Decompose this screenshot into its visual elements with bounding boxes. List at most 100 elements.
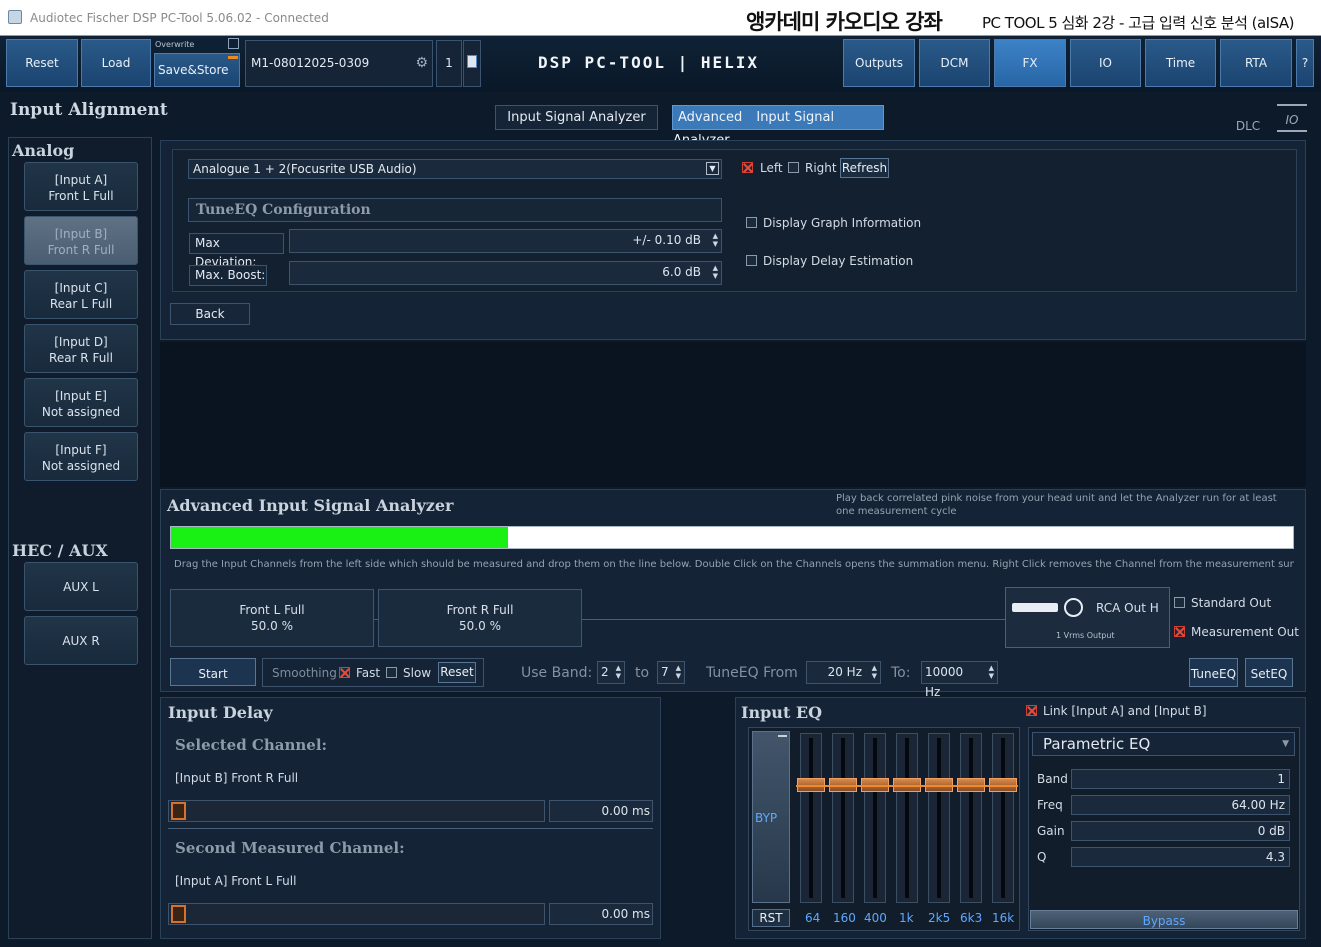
measurement-out-checkbox[interactable] bbox=[1174, 626, 1185, 637]
sidebar-item-input-f[interactable]: [Input F] Not assigned bbox=[24, 432, 138, 481]
from-hz-value: 20 Hz bbox=[827, 665, 862, 679]
max-boost-label: Max. Boost: bbox=[189, 265, 267, 286]
fader-track bbox=[809, 738, 813, 898]
chevron-down-icon[interactable]: ▼ bbox=[706, 162, 719, 175]
preset-name-field[interactable]: M1-08012025-0309 ⚙ bbox=[245, 40, 433, 87]
fx-button[interactable]: FX bbox=[994, 39, 1066, 87]
rca-out-box[interactable]: RCA Out H 1 Vrms Output bbox=[1005, 587, 1170, 648]
second-channel-name: [Input A] Front L Full bbox=[175, 874, 297, 888]
second-delay-slider[interactable] bbox=[168, 903, 545, 925]
selected-delay-value[interactable]: 0.00 ms bbox=[549, 800, 653, 822]
eq-band-field[interactable]: 1 bbox=[1071, 769, 1290, 789]
slow-checkbox[interactable] bbox=[386, 667, 397, 678]
link-checkbox[interactable] bbox=[1026, 705, 1037, 716]
left-label: Left bbox=[760, 161, 783, 175]
display-graph-checkbox[interactable] bbox=[746, 217, 757, 228]
right-checkbox[interactable] bbox=[788, 162, 799, 173]
max-deviation-spinner[interactable]: ▲ ▼ bbox=[713, 232, 718, 248]
rta-button[interactable]: RTA bbox=[1220, 39, 1292, 87]
eq-fader-1k[interactable] bbox=[893, 733, 921, 903]
bypass-fader[interactable]: BYP bbox=[752, 731, 790, 903]
eq-bypass-button[interactable]: Bypass bbox=[1030, 910, 1298, 929]
overwrite-checkbox[interactable] bbox=[228, 38, 239, 49]
eq-type-chevron-icon[interactable]: ▼ bbox=[1282, 733, 1289, 755]
back-button[interactable]: Back bbox=[170, 303, 250, 325]
sidebar-item-input-e[interactable]: [Input E] Not assigned bbox=[24, 378, 138, 427]
sidebar-item-input-b[interactable]: [Input B] Front R Full bbox=[24, 216, 138, 265]
from-hz-spinner[interactable]: ▲ ▼ bbox=[872, 664, 877, 680]
input-b-name: Front R Full bbox=[47, 243, 115, 257]
selected-delay-slider[interactable] bbox=[168, 800, 545, 822]
fader-track bbox=[873, 738, 877, 898]
sidebar-item-input-d[interactable]: [Input D] Rear R Full bbox=[24, 324, 138, 373]
reset-button[interactable]: Reset bbox=[6, 39, 78, 87]
to-hz-spinner[interactable]: ▲ ▼ bbox=[989, 664, 994, 680]
start-analyzer-button[interactable]: Start Analyzer bbox=[170, 658, 256, 711]
tuneeq-from-label: TuneEQ From bbox=[706, 665, 798, 681]
gear-icon[interactable]: ⚙ bbox=[415, 41, 428, 86]
sidebar-item-aux-r[interactable]: AUX R bbox=[24, 616, 138, 665]
smoothing-reset-button[interactable]: Reset bbox=[438, 662, 476, 683]
outputs-button[interactable]: Outputs bbox=[843, 39, 915, 87]
save-store-label: Save&Store bbox=[158, 63, 229, 77]
tuneeq-button[interactable]: TuneEQ bbox=[1189, 658, 1238, 687]
sidebar-item-input-c[interactable]: [Input C] Rear L Full bbox=[24, 270, 138, 319]
sidebar-item-aux-l[interactable]: AUX L bbox=[24, 562, 138, 611]
eq-fader-2k5[interactable] bbox=[925, 733, 953, 903]
to-hz-field[interactable]: 10000 Hz ▲ ▼ bbox=[921, 661, 998, 699]
analyzer-hint: Play back correlated pink noise from you… bbox=[836, 493, 1277, 517]
eq-fader-16k[interactable] bbox=[989, 733, 1017, 903]
band-to-value: 7 bbox=[661, 665, 669, 679]
time-button[interactable]: Time bbox=[1145, 39, 1216, 87]
standard-out-checkbox[interactable] bbox=[1174, 597, 1185, 608]
channel-card-front-r[interactable]: Front R Full 50.0 % bbox=[378, 589, 582, 647]
eq-q-field[interactable]: 4.3 bbox=[1071, 847, 1290, 867]
eq-fader-64[interactable] bbox=[797, 733, 825, 903]
second-delay-value[interactable]: 0.00 ms bbox=[549, 903, 653, 925]
display-delay-checkbox[interactable] bbox=[746, 255, 757, 266]
dlc-icon[interactable]: DLC bbox=[1233, 104, 1263, 133]
load-button[interactable]: Load bbox=[81, 39, 151, 87]
input-delay-title: Input Delay bbox=[168, 703, 273, 722]
sidebar-item-input-a[interactable]: [Input A] Front L Full bbox=[24, 162, 138, 211]
eq-fader-160[interactable] bbox=[829, 733, 857, 903]
max-boost-field[interactable]: 6.0 dB ▲ ▼ bbox=[289, 261, 722, 285]
eq-fader-6k3[interactable] bbox=[957, 733, 985, 903]
eq-fader-400[interactable] bbox=[861, 733, 889, 903]
edit-icon[interactable] bbox=[463, 40, 481, 87]
seteq-button[interactable]: SetEQ bbox=[1245, 658, 1293, 687]
rst-button[interactable]: RST bbox=[752, 909, 790, 927]
preset-number[interactable]: 1 bbox=[436, 40, 462, 87]
band-to-field[interactable]: 7 ▲ ▼ bbox=[657, 661, 685, 684]
eq-type-value: Parametric EQ bbox=[1043, 735, 1151, 753]
eq-freq-field[interactable]: 64.00 Hz bbox=[1071, 795, 1290, 815]
tab-advanced-isa[interactable]: Advanced Input Signal Analyzer bbox=[672, 105, 884, 148]
fast-checkbox[interactable] bbox=[339, 667, 350, 678]
eq-gain-field[interactable]: 0 dB bbox=[1071, 821, 1290, 841]
max-deviation-field[interactable]: +/- 0.10 dB ▲ ▼ bbox=[289, 229, 722, 253]
tab-input-signal-analyzer[interactable]: Input Signal Analyzer bbox=[495, 105, 658, 130]
band-from-field[interactable]: 2 ▲ ▼ bbox=[597, 661, 625, 684]
second-delay-slider-handle[interactable] bbox=[171, 905, 186, 923]
band-from-spinner[interactable]: ▲ ▼ bbox=[616, 664, 621, 680]
device-select[interactable]: Analogue 1 + 2(Focusrite USB Audio) ▼ bbox=[188, 159, 722, 179]
slow-label: Slow bbox=[403, 666, 432, 680]
io-button[interactable]: IO bbox=[1070, 39, 1141, 87]
rca-label: RCA Out H bbox=[1096, 601, 1159, 615]
selected-delay-slider-handle[interactable] bbox=[171, 802, 186, 820]
band-to-spinner[interactable]: ▲ ▼ bbox=[676, 664, 681, 680]
byp-label: BYP bbox=[755, 811, 778, 825]
top-toolbar: Reset Load Overwrite Save&Store M1-08012… bbox=[0, 36, 1321, 92]
to-hz-value: 10000 Hz bbox=[925, 665, 964, 699]
refresh-button[interactable]: Refresh bbox=[840, 158, 889, 178]
from-hz-field[interactable]: 20 Hz ▲ ▼ bbox=[806, 661, 881, 684]
help-button[interactable]: ? bbox=[1296, 39, 1314, 87]
dcm-button[interactable]: DCM bbox=[919, 39, 990, 87]
rca-sub: 1 Vrms Output bbox=[1056, 631, 1115, 640]
max-boost-spinner[interactable]: ▲ ▼ bbox=[713, 264, 718, 280]
io-swap-icon[interactable]: IO bbox=[1277, 104, 1307, 132]
channel-card-front-l[interactable]: Front L Full 50.0 % bbox=[170, 589, 374, 647]
left-checkbox[interactable] bbox=[742, 162, 753, 173]
ch2-pct: 50.0 % bbox=[459, 619, 501, 633]
eq-type-select[interactable]: Parametric EQ ▼ bbox=[1032, 732, 1295, 756]
